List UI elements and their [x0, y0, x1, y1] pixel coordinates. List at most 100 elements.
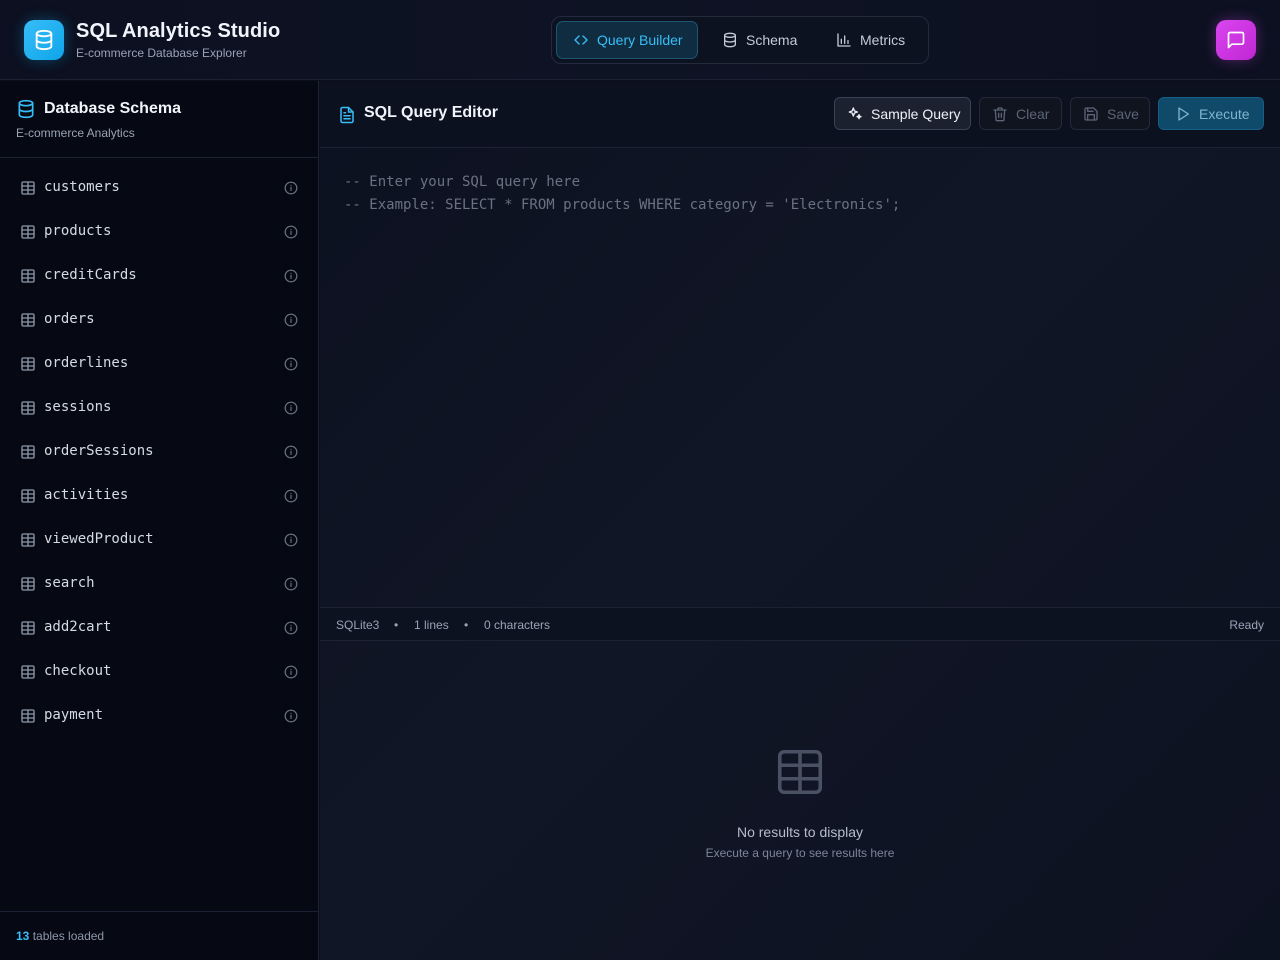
table-icon — [20, 444, 36, 465]
status-lines: 1 lines — [414, 618, 449, 632]
info-icon[interactable] — [284, 313, 298, 332]
button-label: Sample Query — [871, 105, 961, 122]
info-icon[interactable] — [284, 621, 298, 640]
button-label: Save — [1107, 105, 1139, 122]
main-panel: SQL Query Editor Sample Query Clear Save — [320, 81, 1280, 960]
bar-chart-icon — [837, 33, 851, 47]
clear-button[interactable]: Clear — [979, 97, 1062, 130]
empty-results-title: No results to display — [736, 824, 864, 840]
table-name: search — [44, 575, 95, 591]
tab-label: Schema — [746, 32, 798, 48]
editor-status-bar: SQLite3 • 1 lines • 0 characters Ready — [320, 607, 1280, 641]
file-text-icon — [338, 105, 356, 130]
table-icon — [20, 708, 36, 729]
sidebar-table-item[interactable]: activities — [0, 473, 318, 517]
info-icon[interactable] — [284, 357, 298, 376]
app-header: SQL Analytics Studio E-commerce Database… — [0, 0, 1280, 80]
sidebar-table-item[interactable]: products — [0, 209, 318, 253]
table-name: products — [44, 223, 112, 239]
info-icon[interactable] — [284, 489, 298, 508]
sidebar-footer: 13 tables loaded — [0, 911, 318, 960]
tab-metrics[interactable]: Metrics — [820, 21, 922, 59]
table-icon — [20, 620, 36, 641]
save-icon — [1084, 106, 1098, 121]
info-icon[interactable] — [284, 533, 298, 552]
tab-schema[interactable]: Schema — [706, 21, 812, 59]
schema-sidebar: Database Schema E-commerce Analytics cus… — [0, 81, 319, 960]
empty-results-subtitle: Execute a query to see results here — [705, 846, 895, 860]
main-nav: Query Builder Schema Metrics — [551, 16, 929, 64]
database-icon — [724, 32, 736, 48]
tab-query-builder[interactable]: Query Builder — [556, 21, 698, 59]
sample-query-button[interactable]: Sample Query — [834, 97, 971, 130]
sql-editor[interactable]: -- Enter your SQL query here -- Example:… — [320, 148, 1280, 608]
editor-placeholder-line: -- Enter your SQL query here — [344, 174, 581, 190]
table-name: viewedProduct — [44, 531, 154, 547]
sidebar-subtitle: E-commerce Analytics — [16, 126, 135, 140]
status-separator: • — [464, 618, 469, 632]
table-name: activities — [44, 487, 129, 503]
button-label: Clear — [1016, 105, 1050, 122]
info-icon[interactable] — [284, 709, 298, 728]
table-name: orders — [44, 311, 95, 327]
table-icon — [20, 180, 36, 201]
sidebar-title: Database Schema — [44, 100, 181, 117]
table-icon — [20, 224, 36, 245]
tab-label: Metrics — [860, 32, 906, 48]
sidebar-table-item[interactable]: sessions — [0, 385, 318, 429]
editor-placeholder-line: -- Example: SELECT * FROM products WHERE… — [344, 197, 901, 213]
table-icon — [20, 532, 36, 553]
info-icon[interactable] — [284, 225, 298, 244]
app-subtitle: E-commerce Database Explorer — [76, 46, 247, 60]
info-icon[interactable] — [284, 665, 298, 684]
table-icon — [20, 312, 36, 333]
sparkles-icon — [848, 106, 862, 119]
table-icon — [20, 488, 36, 509]
sidebar-table-item[interactable]: customers — [0, 165, 318, 209]
info-icon[interactable] — [284, 445, 298, 464]
sidebar-table-item[interactable]: viewedProduct — [0, 517, 318, 561]
table-icon — [20, 356, 36, 377]
table-icon — [20, 576, 36, 597]
sidebar-table-item[interactable]: creditCards — [0, 253, 318, 297]
info-icon[interactable] — [284, 401, 298, 420]
button-label: Execute — [1199, 105, 1250, 122]
message-square-icon — [1227, 31, 1245, 49]
sidebar-table-item[interactable]: checkout — [0, 649, 318, 693]
table-list: customers products creditCards orders orderl… — [0, 165, 318, 737]
table-name: orderlines — [44, 355, 129, 371]
table-count: 13 — [16, 929, 30, 943]
database-icon — [16, 99, 36, 124]
status-state: Ready — [1229, 618, 1264, 632]
code-icon — [574, 35, 588, 45]
play-icon — [1178, 106, 1189, 121]
status-engine: SQLite3 — [336, 618, 380, 632]
editor-toolbar: SQL Query Editor Sample Query Clear Save — [320, 81, 1280, 148]
sidebar-table-item[interactable]: add2cart — [0, 605, 318, 649]
table-icon — [20, 400, 36, 421]
sidebar-table-item[interactable]: search — [0, 561, 318, 605]
chat-button[interactable] — [1216, 20, 1256, 60]
app-title: SQL Analytics Studio — [76, 20, 281, 42]
sidebar-table-item[interactable]: orderSessions — [0, 429, 318, 473]
table-name: sessions — [44, 399, 112, 415]
tab-label: Query Builder — [597, 32, 683, 48]
table-name: payment — [44, 707, 104, 723]
sidebar-table-item[interactable]: orderlines — [0, 341, 318, 385]
table-name: checkout — [44, 663, 112, 679]
table-name: add2cart — [44, 619, 112, 635]
database-logo-icon — [24, 20, 64, 60]
sidebar-table-item[interactable]: orders — [0, 297, 318, 341]
save-button[interactable]: Save — [1070, 97, 1150, 130]
table-icon — [773, 745, 827, 804]
sidebar-table-item[interactable]: payment — [0, 693, 318, 737]
table-name: orderSessions — [44, 443, 154, 459]
info-icon[interactable] — [284, 577, 298, 596]
table-name: customers — [44, 179, 120, 195]
info-icon[interactable] — [284, 269, 298, 288]
execute-button[interactable]: Execute — [1158, 97, 1264, 130]
status-characters: 0 characters — [484, 618, 551, 632]
sidebar-header: Database Schema E-commerce Analytics — [0, 81, 318, 158]
info-icon[interactable] — [284, 181, 298, 200]
table-name: creditCards — [44, 267, 137, 283]
